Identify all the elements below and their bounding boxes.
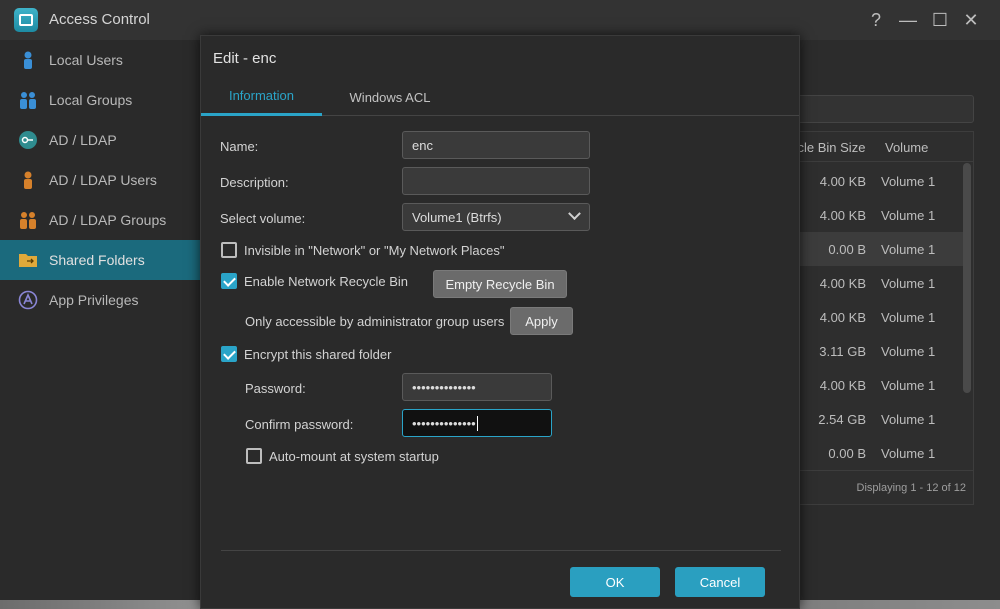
sidebar-item-shared-folders[interactable]: Shared Folders [0, 240, 200, 280]
table-row[interactable]: 4.00 KB Volume 1 [791, 300, 963, 334]
sidebar-item-label: Local Users [49, 52, 123, 68]
search-input[interactable] [790, 95, 974, 123]
table-header: ycle Bin Size Volume [791, 132, 973, 162]
dialog-tabs: Information Windows ACL [201, 78, 799, 116]
volume-label: Select volume: [220, 211, 306, 226]
confirm-password-value: •••••••••••••• [412, 415, 476, 431]
invisible-label: Invisible in "Network" or "My Network Pl… [244, 243, 505, 258]
maximize-icon[interactable]: ☐ [930, 10, 950, 30]
sidebar-item-local-groups[interactable]: Local Groups [0, 80, 200, 120]
sidebar-item-label: AD / LDAP [49, 132, 117, 148]
folder-icon [19, 254, 37, 267]
volume-select[interactable]: Volume1 (Btrfs) [402, 203, 590, 231]
access-control-app-icon [14, 8, 38, 32]
admin-only-label: Only accessible by administrator group u… [245, 314, 505, 329]
close-icon[interactable]: ✕ [961, 10, 981, 30]
tab-windows-acl[interactable]: Windows ACL [329, 78, 451, 116]
cancel-button[interactable]: Cancel [675, 567, 765, 597]
recycle-bin-label: Enable Network Recycle Bin [244, 274, 409, 289]
name-label: Name: [220, 139, 259, 154]
automount-checkbox[interactable] [246, 448, 262, 464]
sidebar-item-local-users[interactable]: Local Users [0, 40, 200, 80]
description-field[interactable] [402, 167, 590, 195]
users-icon [20, 92, 36, 109]
tab-information[interactable]: Information [201, 78, 322, 116]
user-icon [24, 171, 32, 189]
edit-dialog: Edit - enc Information Windows ACL Name:… [200, 35, 800, 609]
sidebar: Local Users Local Groups AD / LDAP AD / … [0, 40, 200, 600]
table-row-selected[interactable]: 0.00 B Volume 1 [791, 232, 963, 266]
dialog-footer-divider [221, 550, 781, 551]
sidebar-item-app-privileges[interactable]: App Privileges [0, 280, 200, 320]
table-row[interactable]: 2.54 GB Volume 1 [791, 402, 963, 436]
sidebar-item-ad-ldap-users[interactable]: AD / LDAP Users [0, 160, 200, 200]
password-field[interactable]: •••••••••••••• [402, 373, 552, 401]
password-label: Password: [245, 381, 306, 396]
users-icon [20, 212, 36, 229]
sidebar-item-ad-ldap[interactable]: AD / LDAP [0, 120, 200, 160]
table-row[interactable]: 4.00 KB Volume 1 [791, 164, 963, 198]
automount-label: Auto-mount at system startup [269, 449, 439, 464]
table-row[interactable]: 4.00 KB Volume 1 [791, 198, 963, 232]
sidebar-item-label: AD / LDAP Groups [49, 212, 167, 228]
column-header-volume[interactable]: Volume [885, 140, 928, 155]
app-icon [18, 290, 38, 310]
empty-recycle-bin-button[interactable]: Empty Recycle Bin [433, 270, 567, 298]
sidebar-item-label: Shared Folders [49, 252, 145, 268]
confirm-password-field[interactable]: •••••••••••••• [402, 409, 552, 437]
app-title: Access Control [49, 11, 150, 28]
table-row[interactable]: 3.11 GB Volume 1 [791, 334, 963, 368]
shared-folder-table: ycle Bin Size Volume 4.00 KB Volume 1 4.0… [790, 131, 974, 505]
invisible-checkbox[interactable] [221, 242, 237, 258]
pagination-count: Displaying 1 - 12 of 12 [856, 482, 966, 494]
name-field[interactable]: enc [402, 131, 590, 159]
volume-select-value: Volume1 (Btrfs) [412, 209, 502, 225]
description-label: Description: [220, 175, 289, 190]
sidebar-item-label: App Privileges [49, 292, 139, 308]
column-header-recycle-size[interactable]: ycle Bin Size [791, 140, 865, 155]
chevron-down-icon [568, 207, 581, 221]
user-icon [24, 51, 32, 69]
table-footer-divider [790, 470, 974, 471]
ok-button[interactable]: OK [570, 567, 660, 597]
recycle-bin-checkbox[interactable] [221, 273, 237, 289]
key-icon [19, 131, 37, 149]
table-row[interactable]: 0.00 B Volume 1 [791, 436, 963, 470]
sidebar-item-label: AD / LDAP Users [49, 172, 157, 188]
encrypt-label: Encrypt this shared folder [244, 347, 392, 362]
sidebar-item-ad-ldap-groups[interactable]: AD / LDAP Groups [0, 200, 200, 240]
table-row[interactable]: 4.00 KB Volume 1 [791, 368, 963, 402]
sidebar-item-label: Local Groups [49, 92, 133, 108]
title-bar: Access Control ? — ☐ ✕ [0, 0, 1000, 40]
confirm-password-label: Confirm password: [245, 417, 354, 432]
table-row[interactable]: 4.00 KB Volume 1 [791, 266, 963, 300]
help-icon[interactable]: ? [866, 10, 886, 30]
text-caret [476, 415, 478, 431]
apply-button[interactable]: Apply [510, 307, 573, 335]
table-scrollbar[interactable] [963, 163, 971, 393]
minimize-icon[interactable]: — [898, 10, 918, 30]
encrypt-checkbox[interactable] [221, 346, 237, 362]
dialog-title: Edit - enc [213, 50, 277, 67]
